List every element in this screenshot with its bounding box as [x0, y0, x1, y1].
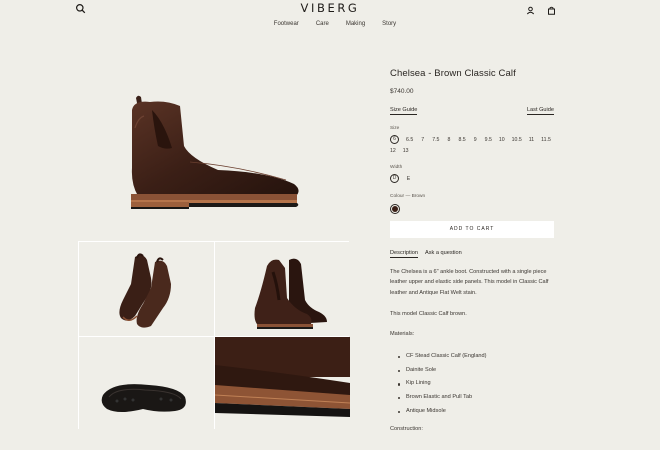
main-nav: Footwear Care Making Story: [0, 21, 660, 27]
last-guide-link[interactable]: Last Guide: [526, 107, 554, 115]
gallery-thumb-pair-front[interactable]: [79, 242, 214, 336]
size-option[interactable]: 10.5: [512, 137, 522, 143]
nav-item-footwear[interactable]: Footwear: [274, 21, 299, 27]
add-to-cart-button[interactable]: ADD TO CART: [390, 221, 554, 238]
list-item: Dainite Sole: [398, 364, 560, 378]
description-text: The Chelsea is a 6" ankle boot. Construc…: [390, 269, 549, 296]
size-option[interactable]: 9.5: [485, 137, 492, 143]
width-option-selected[interactable]: D: [390, 174, 399, 183]
size-option-selected[interactable]: 6: [390, 135, 399, 144]
gallery-thumb-pair-side[interactable]: [215, 242, 350, 336]
tab-description[interactable]: Description: [390, 250, 418, 258]
product-title: Chelsea - Brown Classic Calf: [390, 68, 516, 79]
size-option[interactable]: 7.5: [432, 137, 439, 143]
product-info: Chelsea - Brown Classic Calf $740.00 Siz…: [390, 68, 554, 445]
gallery-thumb-welt-closeup[interactable]: [215, 337, 350, 430]
list-item: CF Stead Classic Calf (England): [398, 350, 560, 364]
size-option[interactable]: 13: [403, 148, 409, 154]
size-option[interactable]: 8.5: [458, 137, 465, 143]
width-option[interactable]: E: [406, 176, 411, 182]
tab-ask-question[interactable]: Ask a question: [425, 250, 462, 258]
size-option[interactable]: 8: [446, 137, 451, 143]
nav-item-making[interactable]: Making: [346, 21, 365, 27]
width-label: Width: [390, 165, 403, 170]
materials-heading: Materials:: [390, 331, 415, 338]
account-icon[interactable]: [525, 3, 536, 15]
nav-item-story[interactable]: Story: [382, 21, 396, 27]
construction-heading: Construction:: [390, 426, 423, 433]
list-item: Kip Lining: [398, 377, 560, 391]
description-panel: The Chelsea is a 6" ankle boot. Construc…: [390, 267, 560, 435]
width-selector: D E: [390, 174, 554, 183]
product-price: $740.00: [390, 88, 414, 95]
product-hero-image[interactable]: [118, 88, 308, 216]
size-guide-link[interactable]: Size Guide: [390, 107, 418, 115]
size-option[interactable]: 11.5: [541, 137, 551, 143]
gallery-thumb-sole[interactable]: [79, 337, 214, 430]
size-option[interactable]: 9: [473, 137, 478, 143]
list-item: Brown Elastic and Pull Tab: [398, 391, 560, 405]
size-option[interactable]: 11: [529, 137, 534, 143]
colour-label: Colour — Brown: [390, 194, 426, 199]
size-option[interactable]: 12: [390, 148, 396, 154]
colour-swatch-brown[interactable]: [390, 204, 400, 214]
materials-list: CF Stead Classic Calf (England) Dainite …: [398, 350, 560, 418]
size-label: Size: [390, 126, 400, 131]
size-option[interactable]: 10: [499, 137, 505, 143]
list-item: Antique Midsole: [398, 405, 560, 419]
gallery-grid: [78, 241, 350, 430]
cart-icon[interactable]: [546, 3, 557, 15]
size-selector: 6 6.5 7 7.5 8 8.5 9 9.5 10 10.5 11 11.5 …: [390, 135, 554, 154]
description-model: This model Classic Calf brown.: [390, 310, 467, 317]
brand-logo[interactable]: VIBERG: [0, 1, 660, 15]
nav-item-care[interactable]: Care: [316, 21, 329, 27]
size-option[interactable]: 6.5: [406, 137, 413, 143]
size-option[interactable]: 7: [420, 137, 425, 143]
